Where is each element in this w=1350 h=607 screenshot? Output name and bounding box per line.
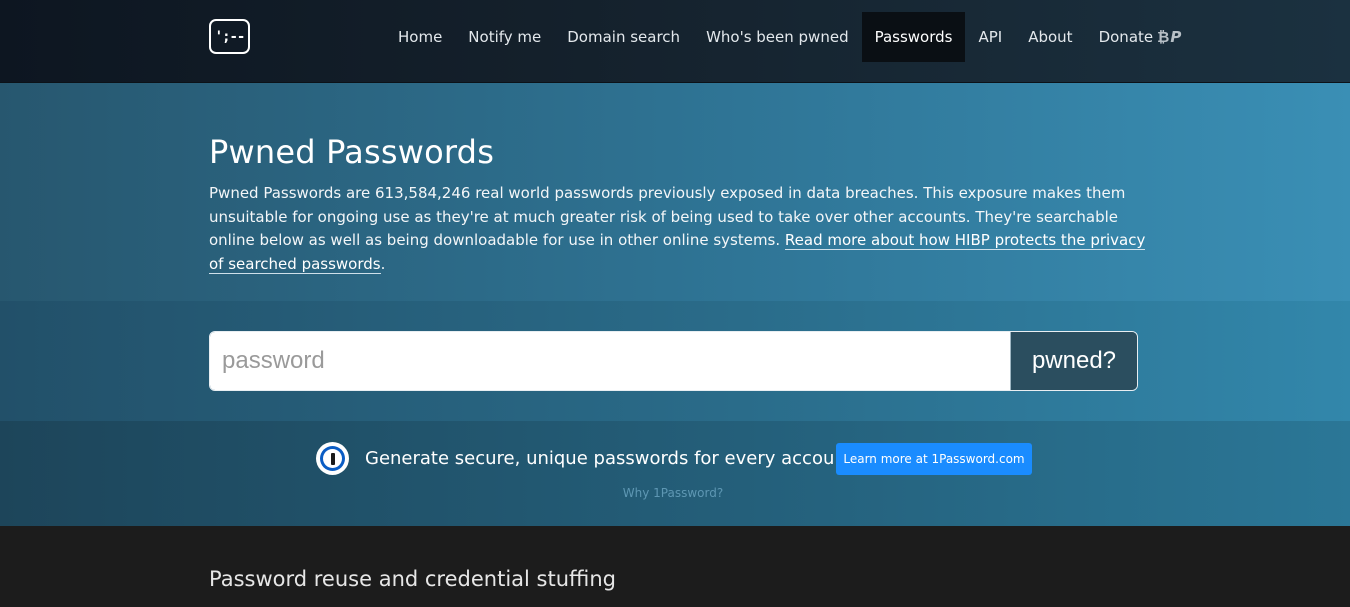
page-description: Pwned Passwords are 613,584,246 real wor…	[209, 182, 1149, 276]
bitcoin-icon: ₿	[1157, 28, 1170, 46]
nav-item-notify-me[interactable]: Notify me	[455, 12, 554, 62]
pwned-check-button[interactable]: pwned?	[1010, 332, 1137, 390]
1password-icon	[316, 442, 349, 475]
paypal-icon: P	[1170, 28, 1182, 46]
why-1password-link[interactable]: Why 1Password?	[623, 486, 723, 500]
donate-label: Donate	[1098, 28, 1154, 46]
nav-item-passwords[interactable]: Passwords	[861, 12, 966, 62]
page-title: Pwned Passwords	[209, 133, 495, 171]
promo-text: Generate secure, unique passwords for ev…	[365, 448, 853, 469]
password-input[interactable]	[210, 332, 1010, 390]
1password-promo: Generate secure, unique passwords for ev…	[0, 421, 1350, 526]
nav-item-about[interactable]: About	[1015, 12, 1085, 62]
password-search-form: pwned?	[209, 331, 1138, 391]
hero-section: Pwned Passwords Pwned Passwords are 613,…	[0, 83, 1350, 301]
content-section: Password reuse and credential stuffing	[0, 526, 1350, 607]
donate-icons: ₿ P	[1157, 28, 1181, 46]
nav-item-home[interactable]: Home	[385, 12, 455, 62]
section-heading: Password reuse and credential stuffing	[209, 567, 616, 591]
learn-more-1password-button[interactable]: Learn more at 1Password.com	[836, 443, 1032, 475]
search-section: pwned?	[0, 301, 1350, 421]
nav-item-whos-been-pwned[interactable]: Who's been pwned	[693, 12, 862, 62]
nav-menu: Home Notify me Domain search Who's been …	[385, 12, 1194, 62]
nav-item-donate[interactable]: Donate ₿ P	[1086, 12, 1195, 62]
navbar: ';-- Home Notify me Domain search Who's …	[0, 0, 1350, 83]
nav-item-api[interactable]: API	[965, 12, 1015, 62]
nav-item-domain-search[interactable]: Domain search	[554, 12, 693, 62]
description-suffix: .	[380, 254, 386, 273]
site-logo[interactable]: ';--	[209, 19, 250, 54]
